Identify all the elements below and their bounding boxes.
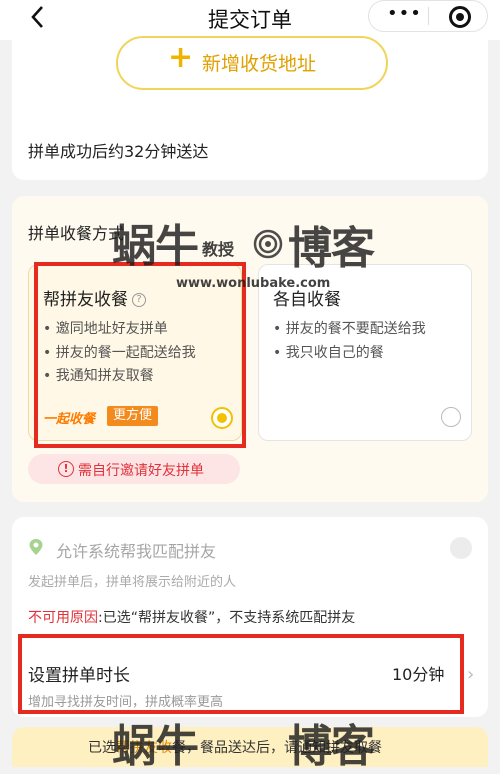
chevron-right-icon[interactable]: › — [467, 664, 474, 685]
bottom-notice-banner: 已选帮拼友收餐，餐品送达后，请通知拼友取餐 — [12, 727, 488, 767]
delivery-estimate: 拼单成功后约32分钟送达 — [28, 142, 209, 161]
watermark-url: www.wonlubake.com — [176, 276, 331, 291]
option-b-bullet-2: • 我只收自己的餐 — [273, 345, 384, 361]
top-nav-bar: 提交订单 ••• — [0, 0, 500, 40]
plus-icon: + — [168, 40, 194, 75]
receive-method-title: 拼单收餐方式 — [28, 224, 125, 243]
system-match-toggle[interactable] — [450, 537, 472, 559]
target-circle-icon[interactable] — [449, 6, 471, 28]
watermark-part2: 教授 — [202, 240, 235, 259]
watermark-bottom-part1: 蜗牛 — [112, 721, 199, 772]
unavailable-reason-text: :已选“帮拼友收餐”，不支持系统匹配拼友 — [98, 610, 356, 626]
add-address-button[interactable]: + 新增收货地址 — [116, 36, 388, 90]
unavailable-reason-key: 不可用原因 — [28, 610, 98, 626]
option-b-bullet-1: • 拼友的餐不要配送给我 — [273, 321, 426, 337]
exclamation-circle-icon: ! — [58, 461, 74, 477]
system-match-desc: 发起拼单后，拼单将展示给附近的人 — [28, 575, 237, 590]
invite-warning-pill: ! 需自行邀请好友拼单 — [28, 454, 240, 484]
watermark-bottom-part3: 博客 — [288, 721, 375, 772]
watermark-part1: 蜗牛 — [112, 221, 199, 272]
watermark-spiral-icon — [252, 228, 284, 264]
mini-program-capsule: ••• — [368, 0, 488, 32]
option-b-radio[interactable] — [441, 407, 461, 427]
more-dots-icon[interactable]: ••• — [387, 3, 422, 24]
location-pin-icon — [28, 538, 44, 556]
capsule-divider — [428, 7, 429, 25]
address-card: + 新增收货地址 拼单成功后约32分钟送达 — [12, 36, 488, 180]
add-address-label: 新增收货地址 — [202, 53, 317, 75]
system-match-title: 允许系统帮我匹配拼友 — [56, 542, 217, 561]
highlight-box-duration — [18, 634, 464, 714]
unavailable-reason: 不可用原因:已选“帮拼友收餐”，不支持系统匹配拼友 — [28, 607, 355, 627]
invite-warning-text: 需自行邀请好友拼单 — [78, 463, 204, 479]
watermark-part3: 博客 — [288, 223, 375, 274]
